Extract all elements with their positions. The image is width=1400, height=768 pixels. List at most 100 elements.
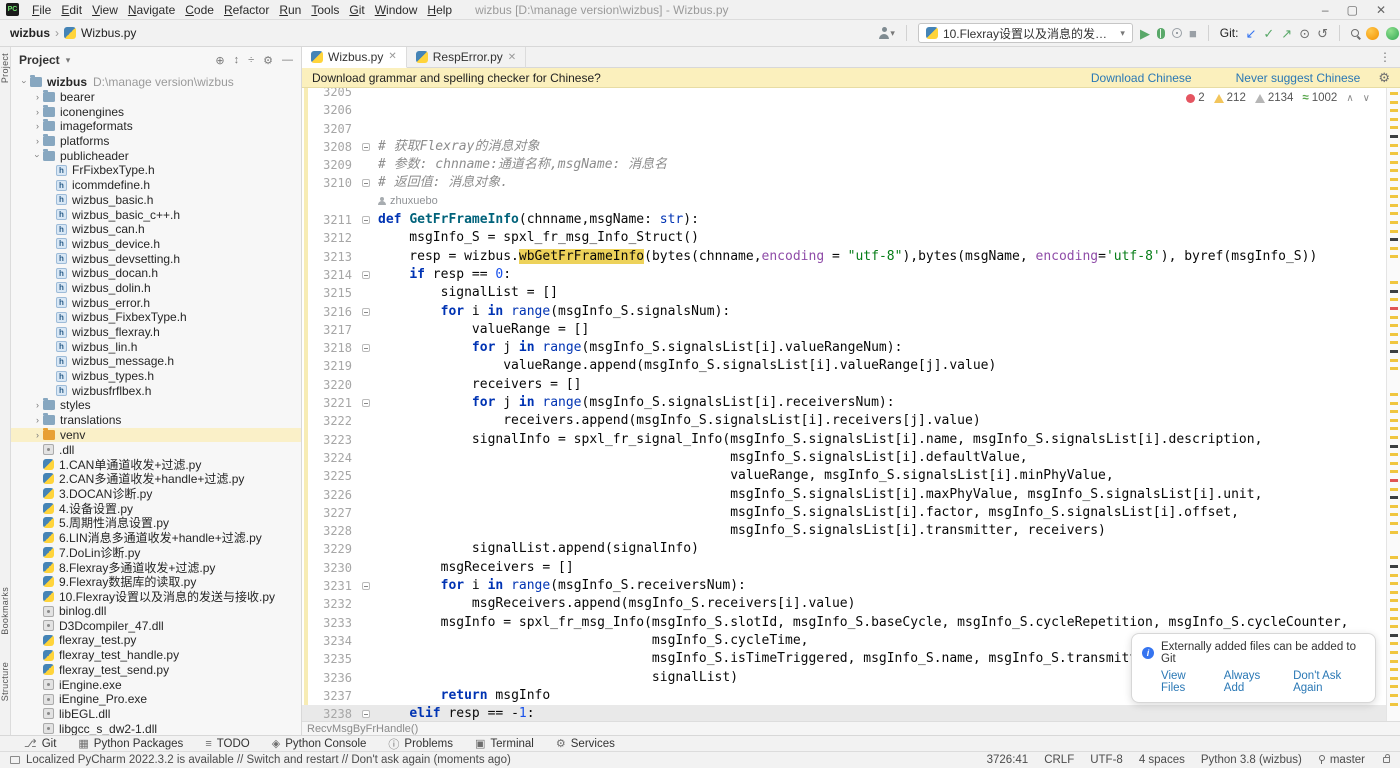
tree-item[interactable]: hwizbusfrflbex.h <box>11 383 301 398</box>
line-ending[interactable]: CRLF <box>1044 754 1074 766</box>
tree-item[interactable]: ›bearer <box>11 90 301 105</box>
line-number[interactable]: 3218 <box>302 339 352 357</box>
tree-item[interactable]: 6.LIN消息多通道收发+handle+过滤.py <box>11 530 301 545</box>
menu-tools[interactable]: Tools <box>306 3 344 17</box>
close-button[interactable]: ✕ <box>1376 3 1386 17</box>
stripe-bookmarks-button[interactable]: Bookmarks <box>0 587 11 635</box>
line-number[interactable]: 3216 <box>302 303 352 321</box>
git-push-button[interactable]: ↗ <box>1281 27 1292 40</box>
banner-link[interactable]: Download Chinese <box>1091 71 1192 85</box>
indent-setting[interactable]: 4 spaces <box>1139 754 1185 766</box>
line-number[interactable]: 3228 <box>302 522 352 540</box>
status-message[interactable]: Localized PyCharm 2022.3.2 is available … <box>10 754 511 766</box>
tree-chevron-icon[interactable]: › <box>33 150 43 161</box>
toolwindow-todo[interactable]: ≡TODO <box>205 738 249 750</box>
tree-item[interactable]: hwizbus_docan.h <box>11 266 301 281</box>
file-encoding[interactable]: UTF-8 <box>1090 754 1123 766</box>
fold-icon[interactable] <box>362 308 370 316</box>
tree-item[interactable]: hwizbus_device.h <box>11 237 301 252</box>
tree-chevron-icon[interactable]: › <box>32 400 43 410</box>
tree-item[interactable]: hwizbus_dolin.h <box>11 281 301 296</box>
tree-item[interactable]: ›wizbusD:\manage version\wizbus <box>11 75 301 90</box>
menu-window[interactable]: Window <box>370 3 423 17</box>
tree-item[interactable]: 2.CAN多通道收发+handle+过滤.py <box>11 472 301 487</box>
tree-item[interactable]: 1.CAN单通道收发+过滤.py <box>11 457 301 472</box>
maximize-button[interactable]: ▢ <box>1347 3 1358 17</box>
line-number[interactable]: 3213 <box>302 248 352 266</box>
tab-wizbus-py[interactable]: Wizbus.py✕ <box>302 47 407 68</box>
line-number[interactable]: 3221 <box>302 394 352 412</box>
line-number[interactable]: 3214 <box>302 266 352 284</box>
tree-item[interactable]: 5.周期性消息设置.py <box>11 516 301 531</box>
line-number[interactable]: 3224 <box>302 449 352 467</box>
orange-ball-icon[interactable] <box>1366 27 1379 40</box>
tree-item[interactable]: iEngine_Pro.exe <box>11 692 301 707</box>
fold-icon[interactable] <box>362 582 370 590</box>
locate-file-icon[interactable]: ⊕ <box>215 54 224 67</box>
line-number[interactable]: 3230 <box>302 559 352 577</box>
line-number[interactable]: 3238 <box>302 705 352 721</box>
stripe-project-button[interactable]: Project <box>0 53 11 83</box>
tree-item[interactable]: libgcc_s_dw2-1.dll <box>11 721 301 735</box>
tab-resperror-py[interactable]: RespError.py✕ <box>407 47 526 68</box>
tree-item[interactable]: flexray_test_send.py <box>11 663 301 678</box>
tree-item[interactable]: iEngine.exe <box>11 677 301 692</box>
prev-problem-icon[interactable]: ∧ <box>1346 93 1353 104</box>
tree-item[interactable]: hwizbus_can.h <box>11 222 301 237</box>
line-number[interactable]: 3223 <box>302 431 352 449</box>
hide-panel-icon[interactable]: — <box>282 54 293 67</box>
tree-item[interactable]: flexray_test_handle.py <box>11 648 301 663</box>
menu-refactor[interactable]: Refactor <box>219 3 274 17</box>
tree-item[interactable]: 4.设备设置.py <box>11 501 301 516</box>
menu-navigate[interactable]: Navigate <box>123 3 180 17</box>
fold-icon[interactable] <box>362 271 370 279</box>
tree-item[interactable]: ›translations <box>11 413 301 428</box>
tree-item[interactable]: hwizbus_flexray.h <box>11 325 301 340</box>
line-number[interactable]: 3232 <box>302 595 352 613</box>
tree-item[interactable]: 9.Flexray数据库的读取.py <box>11 574 301 589</box>
line-number[interactable]: 3212 <box>302 229 352 247</box>
line-number[interactable]: 3235 <box>302 650 352 668</box>
tree-item[interactable]: 3.DOCAN诊断.py <box>11 486 301 501</box>
code-editor[interactable]: 3205320632073208# 获取Flexray的消息对象3209# 参数… <box>302 88 1400 721</box>
line-number[interactable]: 3215 <box>302 284 352 302</box>
toolwindow-services[interactable]: ⚙Services <box>556 737 615 750</box>
tree-item[interactable]: ›iconengines <box>11 104 301 119</box>
gear-icon[interactable]: ⚙ <box>263 54 273 67</box>
line-number[interactable]: 3226 <box>302 486 352 504</box>
toast-link[interactable]: View Files <box>1161 670 1208 694</box>
rollback-button[interactable]: ↺ <box>1317 27 1328 40</box>
line-number[interactable]: 3207 <box>302 120 352 138</box>
debug-button[interactable] <box>1157 28 1165 39</box>
project-panel-title[interactable]: Project <box>19 53 60 67</box>
toolwindow-python-packages[interactable]: ▦Python Packages <box>78 737 183 750</box>
line-number[interactable]: 3225 <box>302 467 352 485</box>
line-number[interactable]: 3220 <box>302 376 352 394</box>
tree-item[interactable]: ›imageformats <box>11 119 301 134</box>
line-number[interactable]: 3222 <box>302 412 352 430</box>
toolwindow-python-console[interactable]: ◈Python Console <box>272 737 367 750</box>
banner-gear-icon[interactable]: ⚙ <box>1378 71 1390 84</box>
caret-position[interactable]: 3726:41 <box>987 754 1029 766</box>
tree-chevron-icon[interactable]: › <box>32 107 43 117</box>
line-number[interactable]: 3217 <box>302 321 352 339</box>
line-number[interactable]: 3208 <box>302 138 352 156</box>
menu-file[interactable]: File <box>27 3 56 17</box>
green-ball-icon[interactable] <box>1386 27 1399 40</box>
tab-options-icon[interactable]: ⋮ <box>1379 50 1400 64</box>
run-configuration-select[interactable]: 10.Flexray设置以及消息的发送与接收 ▾ <box>918 23 1133 43</box>
tree-item[interactable]: hFrFixbexType.h <box>11 163 301 178</box>
toast-link[interactable]: Don't Ask Again <box>1293 670 1365 694</box>
fold-icon[interactable] <box>362 179 370 187</box>
line-number[interactable]: 3237 <box>302 687 352 705</box>
breadcrumb-file[interactable]: Wizbus.py <box>81 26 136 40</box>
line-number[interactable]: 3206 <box>302 101 352 119</box>
tree-item[interactable]: 8.Flexray多通道收发+过滤.py <box>11 560 301 575</box>
context-function[interactable]: RecvMsgByFrHandle() <box>307 723 418 735</box>
tree-chevron-icon[interactable]: › <box>32 92 43 102</box>
line-number[interactable]: 3234 <box>302 632 352 650</box>
menu-edit[interactable]: Edit <box>56 3 87 17</box>
profile-run-button[interactable] <box>1172 28 1182 38</box>
history-button[interactable]: ⊙ <box>1299 27 1310 40</box>
tree-item[interactable]: flexray_test.py <box>11 633 301 648</box>
